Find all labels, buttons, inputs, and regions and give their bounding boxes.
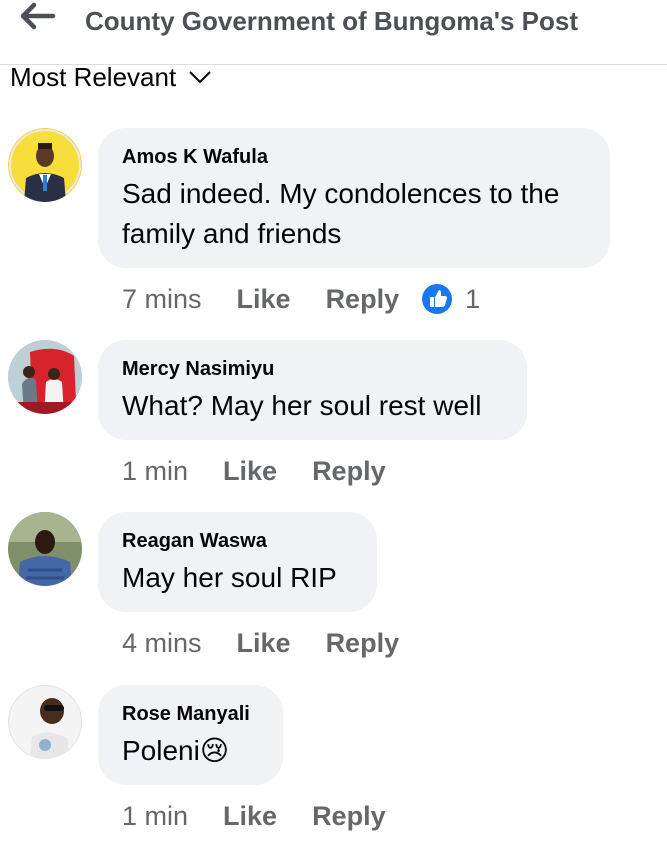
avatar[interactable] bbox=[8, 685, 82, 759]
back-arrow-icon[interactable] bbox=[20, 2, 56, 32]
reaction-summary[interactable]: 1 bbox=[421, 282, 480, 316]
comment-bubble: Amos K Wafula Sad indeed. My condolences… bbox=[98, 128, 610, 268]
comment-author[interactable]: Amos K Wafula bbox=[122, 144, 585, 170]
sort-label: Most Relevant bbox=[10, 62, 177, 92]
header-bar: County Government of Bungoma's Post bbox=[0, 0, 667, 65]
avatar[interactable] bbox=[8, 340, 82, 414]
comment-text: Sad indeed. My condolences to the family… bbox=[122, 178, 560, 249]
comment-author[interactable]: Rose Manyali bbox=[122, 701, 258, 727]
comment-actions: 7 mins Like Reply 1 bbox=[122, 282, 480, 316]
reply-button[interactable]: Reply bbox=[312, 799, 386, 833]
like-button[interactable]: Like bbox=[223, 454, 277, 488]
comment-actions: 1 min Like Reply bbox=[122, 454, 386, 488]
comment-author[interactable]: Mercy Nasimiyu bbox=[122, 356, 502, 382]
thumbs-up-icon bbox=[422, 284, 453, 314]
reply-button[interactable]: Reply bbox=[326, 282, 400, 316]
like-button[interactable]: Like bbox=[237, 282, 291, 316]
comment-actions: 1 min Like Reply bbox=[122, 799, 386, 833]
comment-bubble: Mercy Nasimiyu What? May her soul rest w… bbox=[98, 340, 527, 440]
comment-bubble: Rose Manyali Poleni😢 bbox=[98, 685, 283, 785]
comment-time[interactable]: 4 mins bbox=[122, 626, 202, 660]
comment-actions: 4 mins Like Reply bbox=[122, 626, 399, 660]
reply-button[interactable]: Reply bbox=[312, 454, 386, 488]
page-title: County Government of Bungoma's Post bbox=[85, 6, 578, 36]
comment-text: May her soul RIP bbox=[122, 562, 337, 593]
comment-time[interactable]: 7 mins bbox=[122, 282, 202, 316]
comment-text: What? May her soul rest well bbox=[122, 390, 482, 421]
sort-dropdown[interactable]: Most Relevant bbox=[10, 60, 212, 94]
comment-time[interactable]: 1 min bbox=[122, 454, 188, 488]
chevron-down-icon bbox=[189, 71, 211, 84]
reaction-count: 1 bbox=[465, 284, 481, 314]
comment-text: Poleni😢 bbox=[122, 735, 230, 766]
avatar[interactable] bbox=[8, 512, 82, 586]
reply-button[interactable]: Reply bbox=[326, 626, 400, 660]
like-button[interactable]: Like bbox=[223, 799, 277, 833]
like-button[interactable]: Like bbox=[237, 626, 291, 660]
comment-time[interactable]: 1 min bbox=[122, 799, 188, 833]
comment-author[interactable]: Reagan Waswa bbox=[122, 528, 352, 554]
comment-bubble: Reagan Waswa May her soul RIP bbox=[98, 512, 377, 612]
avatar[interactable] bbox=[8, 128, 82, 202]
